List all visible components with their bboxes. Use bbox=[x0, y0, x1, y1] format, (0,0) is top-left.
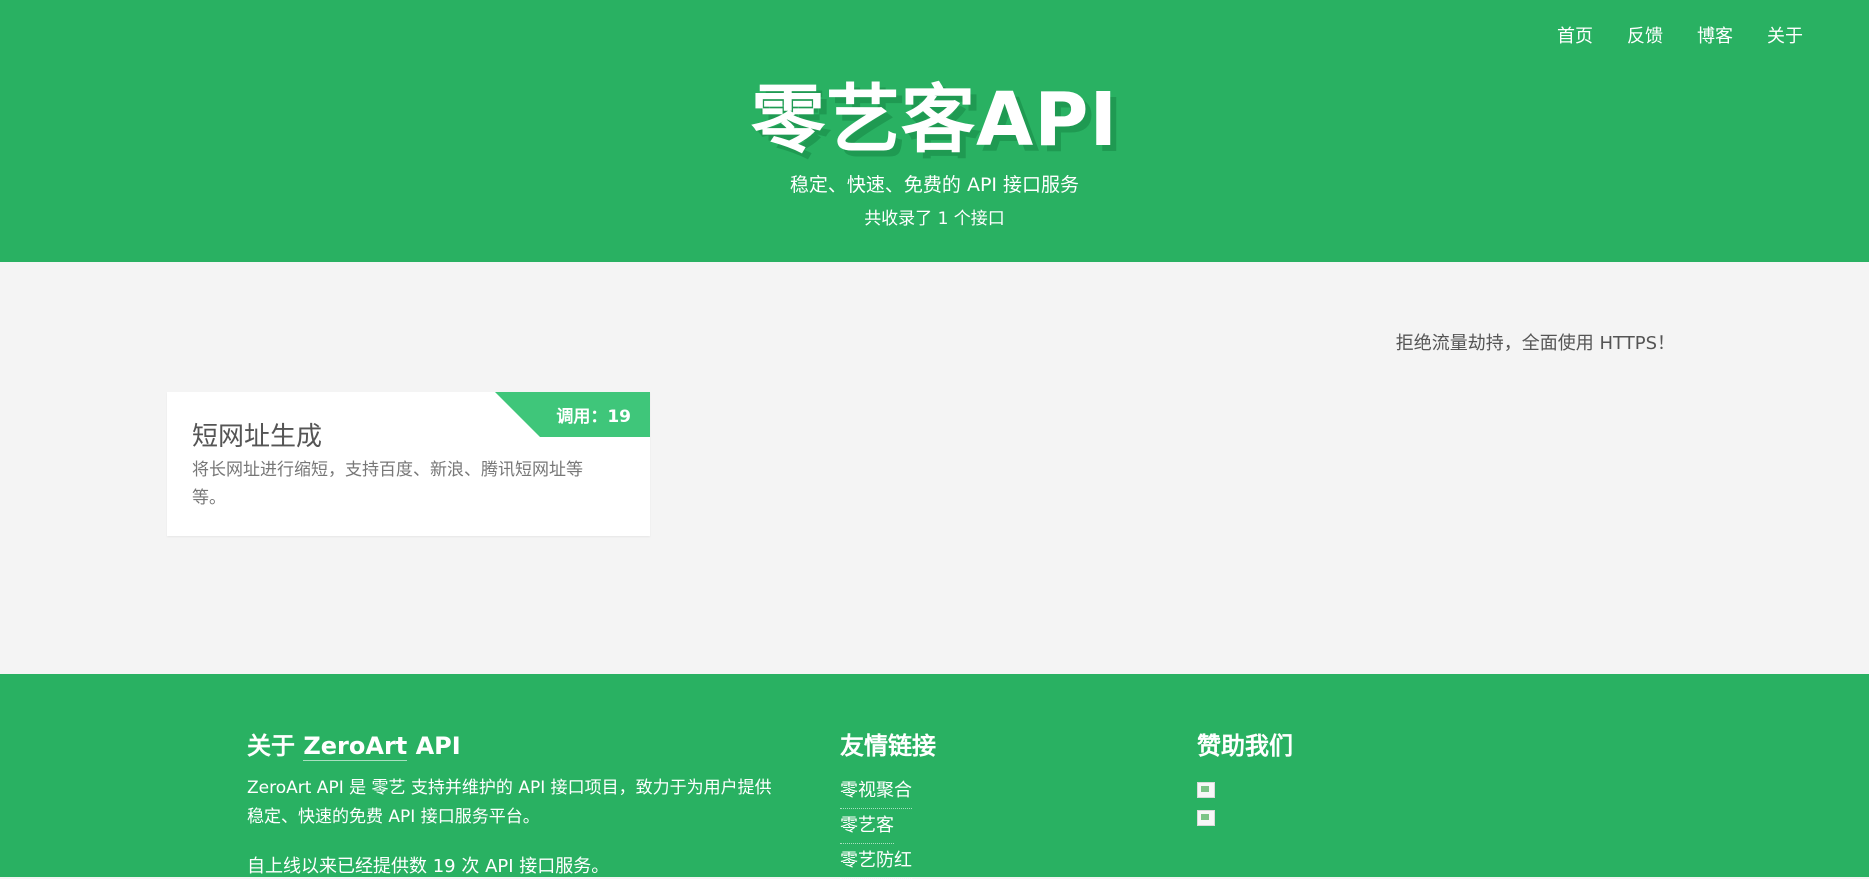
footer-links-title: 友情链接 bbox=[840, 732, 936, 760]
footer-about-title: 关于 ZeroArt API bbox=[247, 726, 461, 761]
api-card-short-url[interactable]: 调用：19 短网址生成 将长网址进行缩短，支持百度、新浪、腾讯短网址等等。 bbox=[167, 392, 650, 536]
nav-blog-link[interactable]: 博客 bbox=[1697, 22, 1733, 48]
nav-home-link[interactable]: 首页 bbox=[1557, 22, 1593, 48]
call-count-badge: 调用：19 bbox=[556, 407, 631, 427]
broken-image-icon[interactable] bbox=[1197, 810, 1215, 826]
brand-link[interactable]: ZeroArt bbox=[303, 732, 408, 761]
footer-service-stat: 自上线以来已经提供数 19 次 API 接口服务。 bbox=[247, 856, 610, 877]
footer-sponsor-title: 赞助我们 bbox=[1197, 732, 1293, 760]
site-title: 零艺客API bbox=[750, 77, 1119, 163]
api-card-title: 短网址生成 bbox=[192, 422, 323, 452]
site-header: 首页 反馈 博客 关于 零艺客API 稳定、快速、免费的 API 接口服务 共收… bbox=[0, 0, 1869, 262]
friend-link-lingshi[interactable]: 零视聚合 bbox=[840, 774, 912, 809]
api-card-description: 将长网址进行缩短，支持百度、新浪、腾讯短网址等等。 bbox=[192, 460, 583, 508]
nav-about-link[interactable]: 关于 bbox=[1767, 22, 1803, 48]
sponsor-images bbox=[1197, 782, 1215, 838]
api-count: 共收录了 1 个接口 bbox=[864, 209, 1005, 229]
site-footer: 关于 ZeroArt API ZeroArt API 是 零艺 支持并维护的 A… bbox=[0, 674, 1869, 879]
top-nav: 首页 反馈 博客 关于 bbox=[1523, 22, 1803, 48]
friend-link-fanghong[interactable]: 零艺防红 bbox=[840, 844, 912, 879]
https-notice: 拒绝流量劫持，全面使用 HTTPS！ bbox=[1395, 333, 1675, 354]
about-title-prefix: 关于 bbox=[247, 732, 304, 760]
broken-image-icon[interactable] bbox=[1197, 782, 1215, 798]
friend-link-lingyike[interactable]: 零艺客 bbox=[840, 809, 894, 844]
footer-about-text: ZeroArt API 是 零艺 支持并维护的 API 接口项目，致力于为用户提… bbox=[247, 778, 772, 827]
site-tagline: 稳定、快速、免费的 API 接口服务 bbox=[789, 174, 1080, 196]
friend-links: 零视聚合 零艺客 零艺防红 bbox=[840, 774, 912, 879]
about-title-suffix: API bbox=[407, 732, 461, 760]
nav-feedback-link[interactable]: 反馈 bbox=[1627, 22, 1663, 48]
